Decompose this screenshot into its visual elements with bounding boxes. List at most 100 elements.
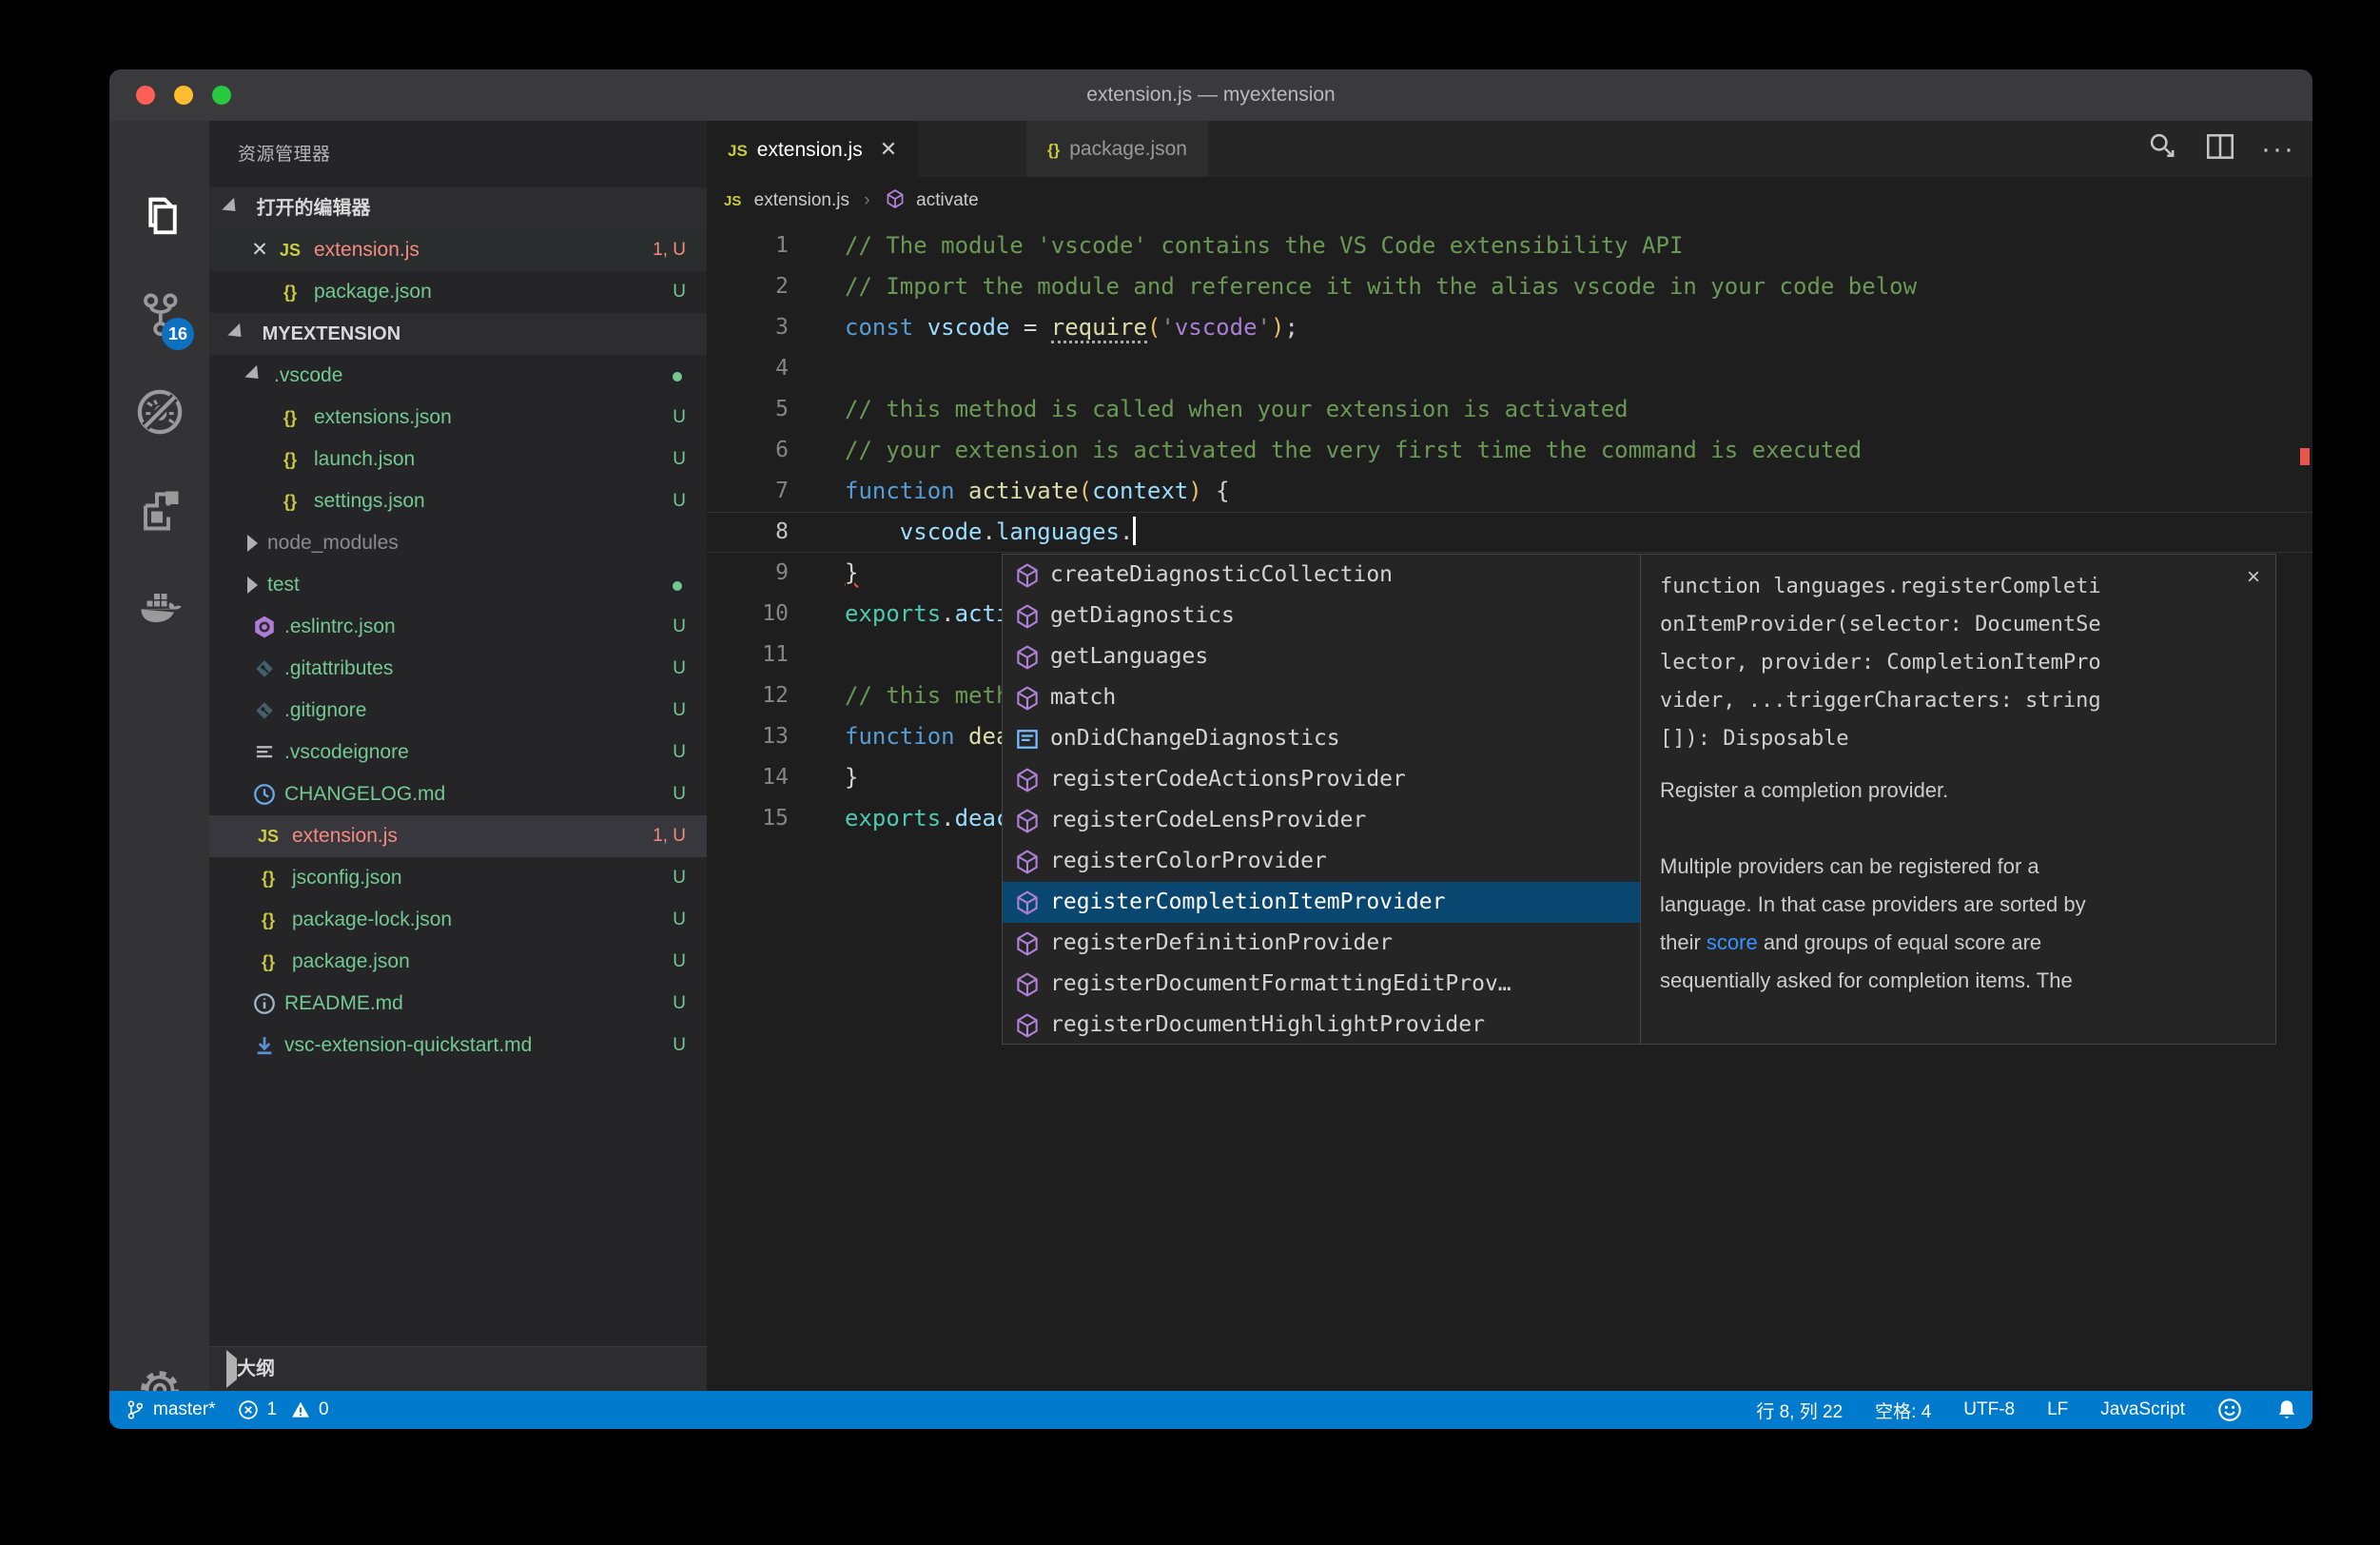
tab-extension-js[interactable]: JSextension.js✕ <box>707 121 918 177</box>
suggest-item-match[interactable]: match <box>1003 677 1640 718</box>
tree-item-settings-json[interactable]: {}settings.jsonU <box>209 480 707 522</box>
tree-item-node-modules[interactable]: node_modules <box>209 522 707 564</box>
feedback-smiley-icon[interactable] <box>2217 1398 2242 1422</box>
eol-status[interactable]: LF <box>2047 1399 2068 1420</box>
suggest-item-registerdocumentformattingeditprov-[interactable]: registerDocumentFormattingEditProv… <box>1003 964 1640 1005</box>
tree-item--vscodeignore[interactable]: .vscodeignoreU <box>209 732 707 773</box>
tree-item-vsc-extension-quickstart-md[interactable]: vsc-extension-quickstart.mdU <box>209 1025 707 1066</box>
git-status-badge: U <box>673 899 686 941</box>
git-status-badge: U <box>673 941 686 983</box>
encoding-status[interactable]: UTF-8 <box>1963 1399 2015 1420</box>
tree-item--gitignore[interactable]: .gitignoreU <box>209 690 707 732</box>
tree-item--vscode[interactable]: .vscode <box>209 355 707 397</box>
error-icon <box>238 1399 259 1420</box>
suggest-item-creatediagnosticcollection[interactable]: createDiagnosticCollection <box>1003 555 1640 596</box>
suggest-list[interactable]: createDiagnosticCollectiongetDiagnostics… <box>1003 555 1640 1044</box>
symbol-method-icon <box>1014 890 1041 916</box>
file-tree[interactable]: 打开的编辑器 ✕JSextension.js1, U{}package.json… <box>209 187 707 1391</box>
symbol-method-icon <box>1014 562 1041 589</box>
problems-status[interactable]: 1 0 <box>238 1399 328 1420</box>
chevron-right-icon[interactable] <box>247 577 258 594</box>
chevron-right-icon[interactable] <box>247 535 258 552</box>
suggest-docs-panel: × function languages.registerCompleti on… <box>1640 555 2275 1044</box>
open-changes-icon[interactable] <box>2147 130 2179 167</box>
symbol-method-icon <box>1014 603 1041 630</box>
js-file-icon: JS <box>274 229 306 271</box>
git-status-badge: U <box>673 271 686 313</box>
git-status-badge: U <box>673 1025 686 1066</box>
notifications-bell-icon[interactable] <box>2274 1398 2299 1422</box>
git-status-badge: 1, U <box>653 229 686 271</box>
open-editor-item[interactable]: ✕JSextension.js1, U <box>209 229 707 271</box>
tree-item-test[interactable]: test <box>209 564 707 606</box>
chevron-down-icon[interactable] <box>244 365 264 385</box>
tree-item-package-json[interactable]: {}package.jsonU <box>209 941 707 983</box>
tree-item-changelog-md[interactable]: CHANGELOG.mdU <box>209 773 707 815</box>
js-file-icon: JS <box>728 123 748 179</box>
eslint-icon <box>252 615 277 639</box>
warning-icon <box>290 1399 311 1420</box>
suggest-item-getdiagnostics[interactable]: getDiagnostics <box>1003 596 1640 636</box>
suggest-item-ondidchangediagnostics[interactable]: onDidChangeDiagnostics <box>1003 718 1640 759</box>
ignore-list-icon <box>252 740 277 765</box>
suggest-docs-signature: function languages.registerCompleti onIt… <box>1641 555 2275 766</box>
tree-item--eslintrc-json[interactable]: .eslintrc.jsonU <box>209 606 707 648</box>
outline-section-header[interactable]: 大纲 <box>209 1346 707 1391</box>
symbol-method-icon <box>1014 1012 1041 1039</box>
breadcrumb[interactable]: JS extension.js › activate <box>707 177 2312 224</box>
tab-package-json[interactable]: {}package.json <box>1026 121 1208 177</box>
git-branch-icon <box>125 1399 146 1420</box>
suggest-item-registerdefinitionprovider[interactable]: registerDefinitionProvider <box>1003 923 1640 964</box>
overview-ruler-error-mark <box>2300 448 2310 465</box>
open-editor-item[interactable]: {}package.jsonU <box>209 271 707 313</box>
changelog-clock-icon <box>252 782 277 807</box>
scm-badge: 16 <box>162 318 194 350</box>
status-bar: master* 1 0 行 8, 列 22 空格: 4 UTF-8 LF Jav… <box>109 1391 2312 1429</box>
extensions-icon[interactable] <box>109 472 209 548</box>
sidebar-title: 资源管理器 <box>238 134 331 176</box>
tree-item-launch-json[interactable]: {}launch.jsonU <box>209 439 707 480</box>
bug-slash-icon[interactable] <box>109 374 209 450</box>
tree-item-extension-js[interactable]: JSextension.js1, U <box>209 815 707 857</box>
suggest-item-registercodeactionsprovider[interactable]: registerCodeActionsProvider <box>1003 759 1640 800</box>
git-branch-status[interactable]: master* <box>125 1399 215 1420</box>
suggest-item-registercompletionitemprovider[interactable]: registerCompletionItemProvider <box>1003 882 1640 923</box>
tree-item-package-lock-json[interactable]: {}package-lock.jsonU <box>209 899 707 941</box>
suggest-item-registercolorprovider[interactable]: registerColorProvider <box>1003 841 1640 882</box>
docs-link[interactable]: score <box>1707 930 1758 954</box>
git-status-badge: 1, U <box>653 815 686 857</box>
more-actions-icon[interactable]: ··· <box>2261 140 2295 159</box>
suggest-item-registercodelensprovider[interactable]: registerCodeLensProvider <box>1003 800 1640 841</box>
tree-item-extensions-json[interactable]: {}extensions.jsonU <box>209 397 707 439</box>
suggest-item-registerdocumenthighlightprovider[interactable]: registerDocumentHighlightProvider <box>1003 1005 1640 1044</box>
suggest-widget: createDiagnosticCollectiongetDiagnostics… <box>1002 554 2276 1045</box>
project-root-header[interactable]: MYEXTENSION <box>209 313 707 355</box>
close-tab-icon[interactable]: ✕ <box>880 137 897 161</box>
open-editors-header[interactable]: 打开的编辑器 <box>209 187 707 229</box>
json-file-icon: {} <box>1047 122 1060 178</box>
git-file-icon <box>252 698 277 723</box>
json-file-icon: {} <box>274 271 306 313</box>
language-mode-status[interactable]: JavaScript <box>2100 1399 2185 1420</box>
cursor-position-status[interactable]: 行 8, 列 22 <box>1756 1398 1843 1423</box>
explorer-icon[interactable] <box>109 178 209 254</box>
breadcrumb-file[interactable]: extension.js <box>754 190 849 210</box>
tree-item-jsconfig-json[interactable]: {}jsconfig.jsonU <box>209 857 707 899</box>
tree-item-readme-md[interactable]: README.mdU <box>209 983 707 1025</box>
symbol-method-icon <box>1014 971 1041 998</box>
chevron-right-icon <box>226 1350 237 1388</box>
close-icon[interactable]: × <box>2247 564 2260 591</box>
suggest-item-getlanguages[interactable]: getLanguages <box>1003 636 1640 677</box>
suggest-docs-body: Register a completion provider. Multiple… <box>1641 766 2275 1006</box>
close-icon[interactable]: ✕ <box>245 229 274 271</box>
split-editor-icon[interactable] <box>2204 130 2236 167</box>
json-file-icon: {} <box>252 857 284 899</box>
source-control-icon[interactable]: 16 <box>109 276 209 352</box>
title-bar[interactable]: extension.js — myextension <box>109 69 2312 121</box>
tree-item--gitattributes[interactable]: .gitattributesU <box>209 648 707 690</box>
breadcrumb-symbol[interactable]: activate <box>916 190 978 210</box>
git-status-badge: U <box>673 480 686 522</box>
git-status-badge: U <box>673 857 686 899</box>
indentation-status[interactable]: 空格: 4 <box>1875 1398 1931 1423</box>
docker-icon[interactable] <box>109 570 209 646</box>
